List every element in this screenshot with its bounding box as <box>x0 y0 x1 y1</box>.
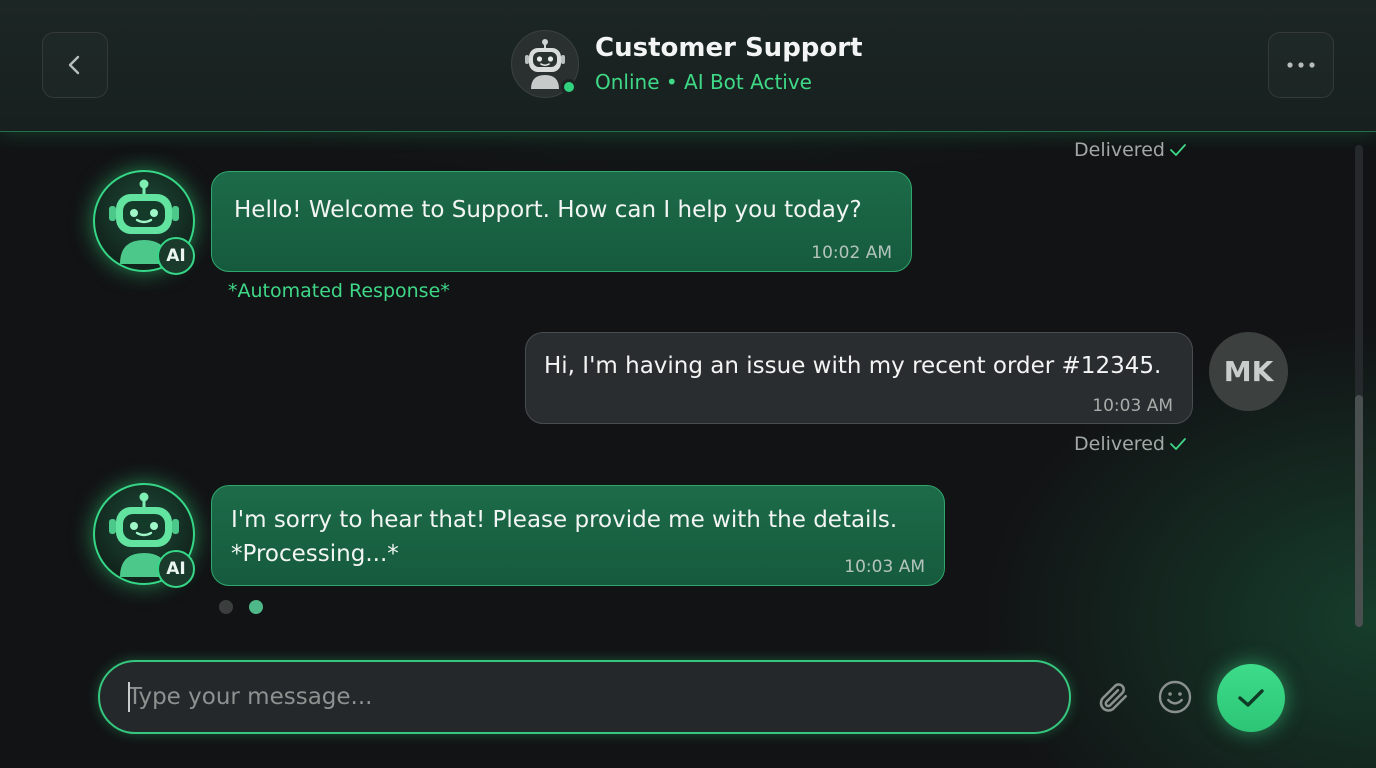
text-cursor <box>128 682 130 712</box>
user-avatar: MK <box>1209 332 1288 411</box>
typing-indicator-dot <box>219 600 233 614</box>
message-timestamp: 10:02 AM <box>811 243 892 263</box>
message-composer <box>98 660 1071 734</box>
checkmark-icon <box>1170 438 1186 450</box>
more-options-button[interactable] <box>1268 32 1334 98</box>
paperclip-icon <box>1099 683 1128 712</box>
user-message-bubble: Hi, I'm having an issue with my recent o… <box>525 332 1193 424</box>
message-timestamp: 10:03 AM <box>844 557 925 577</box>
emoji-button[interactable] <box>1153 675 1197 719</box>
chat-header: Customer Support Online • AI Bot Active <box>0 0 1376 132</box>
delivery-receipt: Delivered <box>1074 433 1187 455</box>
send-button[interactable] <box>1217 664 1285 732</box>
message-input[interactable] <box>128 672 1038 722</box>
checkmark-icon <box>1170 144 1186 156</box>
more-horizontal-icon <box>1287 62 1315 68</box>
message-text: Hello! Welcome to Support. How can I hel… <box>234 197 862 223</box>
status-subtitle: Online • AI Bot Active <box>595 70 812 94</box>
receipt-label: Delivered <box>1074 433 1165 455</box>
chevron-left-icon <box>68 55 80 75</box>
back-button[interactable] <box>42 32 108 98</box>
delivery-receipt: Delivered <box>1074 139 1187 161</box>
receipt-label: Delivered <box>1074 139 1165 161</box>
ai-badge: AI <box>157 237 195 275</box>
smiley-icon <box>1158 680 1192 714</box>
message-text: Hi, I'm having an issue with my recent o… <box>544 353 1162 379</box>
page-title: Customer Support <box>595 33 863 63</box>
message-text: I'm sorry to hear that! Please provide m… <box>231 507 898 533</box>
attach-button[interactable] <box>1091 675 1135 719</box>
message-timestamp: 10:03 AM <box>1092 396 1173 416</box>
bot-message-bubble: I'm sorry to hear that! Please provide m… <box>211 485 945 586</box>
online-status-dot <box>561 79 577 95</box>
scrollbar-thumb[interactable] <box>1355 395 1363 627</box>
automated-response-note: *Automated Response* <box>228 280 450 302</box>
bot-message-bubble: Hello! Welcome to Support. How can I hel… <box>211 171 912 272</box>
message-text: *Processing...* <box>231 541 399 567</box>
ai-badge: AI <box>157 550 195 588</box>
robot-icon <box>525 39 565 89</box>
typing-indicator-dot <box>249 600 263 614</box>
check-icon <box>1238 689 1264 707</box>
